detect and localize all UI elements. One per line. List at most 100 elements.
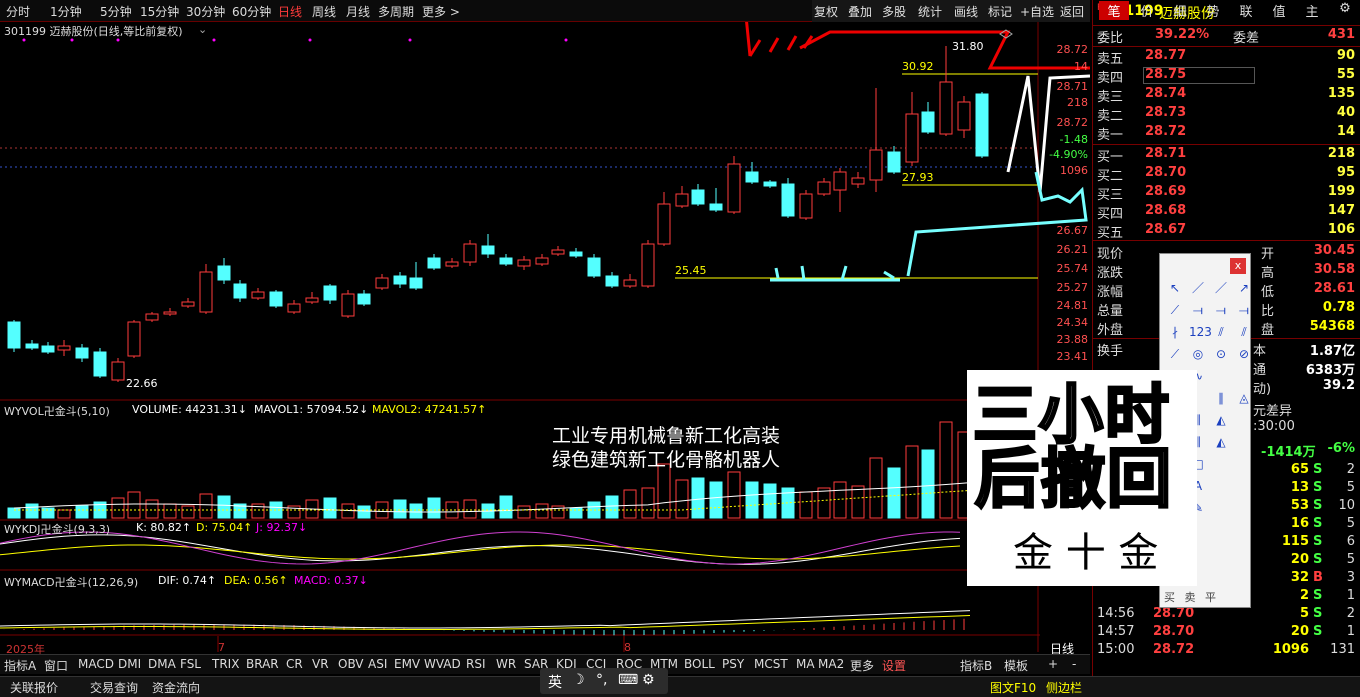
order-book-row: 卖三 28.74 135 (1097, 86, 1355, 105)
draw-tool-icon[interactable]: ⟞ (1235, 302, 1253, 318)
candle-body (817, 181, 831, 195)
indicator-tab[interactable]: TRIX (212, 657, 239, 671)
tool-back[interactable]: 返回 (1060, 3, 1084, 20)
panel-tab[interactable]: 细 (1165, 1, 1195, 20)
draw-tool-icon[interactable]: ⊙ (1212, 346, 1230, 362)
draw-tool-icon[interactable]: ◭ (1212, 412, 1230, 428)
palette-sell[interactable]: 卖 (1185, 591, 1196, 604)
period-multi[interactable]: 多周期 (378, 3, 414, 20)
moon-icon[interactable]: ☽ (572, 672, 585, 688)
indicator-right-tab[interactable]: + (1048, 657, 1058, 671)
candle-body (691, 189, 705, 205)
price-axis-label: 25.74 (1056, 262, 1089, 275)
indicator-tab[interactable]: MA2 (818, 657, 844, 671)
indicator-tab[interactable]: PSY (722, 657, 744, 671)
indicator-right-tab[interactable]: 模板 (1004, 657, 1028, 674)
indicator-tab[interactable]: MA (796, 657, 815, 671)
indicator-tab[interactable]: ASI (368, 657, 387, 671)
indicator-tab[interactable]: CR (286, 657, 303, 671)
status-sidebar[interactable]: 侧边栏 (1046, 679, 1082, 696)
draw-tool-icon[interactable]: ⟋ (1166, 346, 1184, 362)
draw-tool-icon[interactable]: ∥ (1212, 390, 1230, 406)
tool-draw[interactable]: 画线 (954, 3, 978, 20)
status-f10[interactable]: 图文F10 (990, 679, 1036, 696)
indicator-tab[interactable]: MACD (78, 657, 114, 671)
price-axis-label: 14 (1074, 60, 1088, 73)
draw-tool-icon[interactable]: ⟋ (1166, 302, 1184, 318)
draw-tool-icon[interactable]: ／ (1212, 280, 1230, 296)
keyboard-icon[interactable]: ⌨ (618, 672, 638, 688)
panel-tab[interactable]: 联 (1231, 1, 1261, 20)
indicator-right-tab[interactable]: 指标B (960, 657, 992, 674)
draw-tool-icon[interactable]: ◭ (1212, 434, 1230, 450)
period-weekly[interactable]: 周线 (312, 3, 336, 20)
indicator-tab[interactable]: BRAR (246, 657, 279, 671)
panel-tab[interactable]: 笔 (1099, 1, 1129, 20)
period-30min[interactable]: 30分钟 (186, 3, 225, 20)
close-icon[interactable]: x (1230, 258, 1246, 274)
draw-tool-icon[interactable]: ◎ (1189, 346, 1207, 362)
indicator-tab[interactable]: WR (496, 657, 516, 671)
indicator-tab[interactable]: EMV (394, 657, 420, 671)
period-5min[interactable]: 5分钟 (100, 3, 132, 20)
indicator-tab[interactable]: FSL (180, 657, 201, 671)
panel-tab[interactable]: 势 (1198, 1, 1228, 20)
indicator-tab[interactable]: DMA (148, 657, 176, 671)
indicator-tab[interactable]: 设置 (882, 657, 906, 674)
draw-tool-icon[interactable]: ／ (1189, 280, 1207, 296)
tool-mark[interactable]: 标记 (988, 3, 1012, 20)
period-fenshi[interactable]: 分时 (6, 3, 30, 20)
status-related-quote[interactable]: 关联报价 (10, 679, 58, 696)
tool-add-fav[interactable]: +自选 (1020, 3, 1054, 20)
period-more[interactable]: 更多 > (422, 3, 460, 20)
candle-body (409, 277, 423, 289)
status-trade-query[interactable]: 交易查询 (90, 679, 138, 696)
draw-tool-icon[interactable]: ↖ (1166, 280, 1184, 296)
indicator-tab[interactable]: DMI (118, 657, 141, 671)
candle-body (217, 265, 231, 281)
indicator-tab[interactable]: MCST (754, 657, 788, 671)
draw-tool-icon[interactable]: ⫽ (1212, 324, 1230, 340)
palette-buy[interactable]: 买 (1164, 591, 1175, 604)
ime-lang[interactable]: 英 (548, 672, 562, 692)
volume-bar (641, 487, 655, 519)
kline-chart[interactable] (0, 22, 1090, 652)
panel-tab[interactable]: 价 (1132, 1, 1162, 20)
tool-restore[interactable]: 复权 (814, 3, 838, 20)
draw-tool-icon[interactable]: ↗ (1235, 280, 1253, 296)
draw-tool-icon[interactable]: ⊘ (1235, 346, 1253, 362)
indicator-tab[interactable]: RSI (466, 657, 486, 671)
indicator-tab[interactable]: 窗口 (44, 657, 68, 674)
period-15min[interactable]: 15分钟 (140, 3, 179, 20)
punct-icon[interactable]: °, (596, 672, 607, 688)
draw-tool-icon[interactable]: 123 (1189, 324, 1212, 340)
indicator-tab[interactable]: WVAD (424, 657, 461, 671)
gear-icon[interactable]: ⚙ (642, 672, 655, 688)
tool-overlay[interactable]: 叠加 (848, 3, 872, 20)
indicator-tab[interactable]: OBV (338, 657, 364, 671)
period-monthly[interactable]: 月线 (346, 3, 370, 20)
draw-tool-icon[interactable]: ⫽ (1235, 324, 1253, 340)
palette-flat[interactable]: 平 (1205, 591, 1216, 604)
promo-overlay: 三小时 后撤回 金 十 金 (967, 370, 1197, 586)
status-fund-flow[interactable]: 资金流向 (152, 679, 200, 696)
period-60min[interactable]: 60分钟 (232, 3, 271, 20)
panel-tab[interactable]: 主 (1297, 1, 1327, 20)
candle-body (623, 279, 637, 287)
chevron-down-icon[interactable]: ⌄ (198, 23, 207, 36)
indicator-tab[interactable]: 指标A (4, 657, 36, 674)
draw-tool-icon[interactable]: ⟞ (1212, 302, 1230, 318)
tool-multi[interactable]: 多股 (882, 3, 906, 20)
indicator-tab[interactable]: 更多 (850, 657, 874, 674)
period-1min[interactable]: 1分钟 (50, 3, 82, 20)
draw-tool-icon[interactable]: ∤ (1166, 324, 1184, 340)
tool-stats[interactable]: 统计 (918, 3, 942, 20)
panel-tab[interactable]: 值 (1264, 1, 1294, 20)
indicator-tab[interactable]: BOLL (684, 657, 715, 671)
indicator-right-tab[interactable]: - (1072, 657, 1076, 671)
indicator-tab[interactable]: VR (312, 657, 329, 671)
draw-tool-icon[interactable]: ⟞ (1189, 302, 1207, 318)
draw-tool-icon[interactable]: ◬ (1235, 390, 1253, 406)
panel-tab[interactable]: ⚙ (1330, 1, 1360, 16)
period-daily[interactable]: 日线 (278, 3, 302, 20)
